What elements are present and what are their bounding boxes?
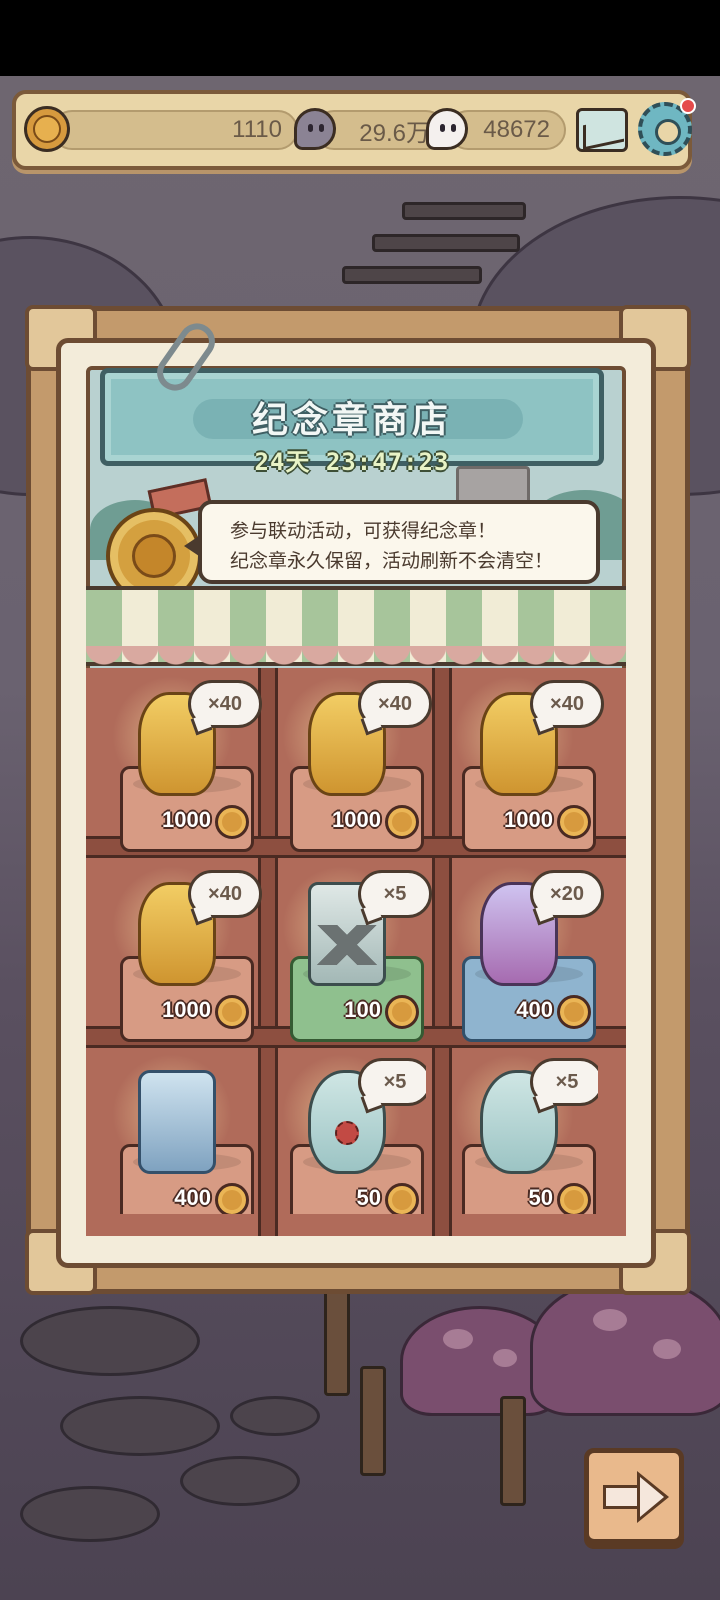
- medal-coin-icon: [557, 805, 591, 839]
- item-price: 1000: [162, 807, 211, 832]
- medal-coin-icon: [557, 995, 591, 1029]
- white-bubble-icon: [426, 108, 468, 150]
- item-price: 400: [516, 997, 553, 1022]
- gray-bubble-count: 29.6万: [359, 119, 430, 147]
- notification-dot: [680, 98, 696, 114]
- shop-countdown-timer: 24天 23:47:23: [254, 448, 450, 476]
- stepping-stone: [20, 1306, 200, 1376]
- item-quantity: ×40: [530, 680, 604, 728]
- fence-post: [500, 1396, 526, 1506]
- shop-item[interactable]: 1000 ×40: [262, 676, 432, 862]
- top-resource-bar: 1110 29.6万 48672: [12, 90, 696, 170]
- item-price: 50: [356, 1185, 381, 1210]
- coin-icon: [24, 106, 70, 152]
- mail-icon[interactable]: [576, 108, 628, 152]
- item-quantity: ×20: [530, 870, 604, 918]
- fence-post: [324, 1276, 350, 1396]
- medal-coin-icon: [215, 995, 249, 1029]
- medal-coin-icon: [385, 805, 419, 839]
- arrow-right-icon: [603, 1485, 641, 1509]
- shop-item[interactable]: 400 ×20: [434, 866, 604, 1052]
- shop-item[interactable]: 1000 ×40: [92, 866, 262, 1052]
- medal-coin-icon: [385, 1183, 419, 1214]
- shop-item[interactable]: 100 ×5: [262, 866, 432, 1052]
- medal-coin-icon: [215, 1183, 249, 1214]
- shop-item[interactable]: 1000 ×40: [434, 676, 604, 862]
- shop-item[interactable]: 50 ×5: [262, 1054, 426, 1214]
- item-quantity: ×40: [188, 870, 262, 918]
- shop-item[interactable]: 1000 ×40: [92, 676, 262, 862]
- coin-counter: 1110: [52, 110, 298, 150]
- stepping-stone: [180, 1456, 300, 1506]
- medal-coin-icon: [385, 995, 419, 1029]
- shop-tip-bubble: 参与联动活动，可获得纪念章！ 纪念章永久保留，活动刷新不会清空！: [184, 500, 600, 584]
- item-price: 1000: [332, 807, 381, 832]
- item-quantity: ×40: [188, 680, 262, 728]
- mushroom: [530, 1276, 720, 1416]
- status-bar: [0, 0, 720, 76]
- coin-count: 1110: [232, 116, 282, 143]
- shop-title: 纪念章商店: [251, 400, 452, 441]
- shop-item[interactable]: 50 ×5: [434, 1054, 598, 1214]
- stair-step: [372, 234, 520, 252]
- gray-bubble-icon: [294, 108, 336, 150]
- white-bubble-count: 48672: [483, 116, 550, 143]
- medal-coin-icon: [557, 1183, 591, 1214]
- medal-coin-icon: [215, 805, 249, 839]
- stepping-stone: [20, 1486, 160, 1542]
- next-button[interactable]: [584, 1448, 684, 1544]
- shop-item[interactable]: 400: [92, 1054, 256, 1214]
- item-quantity: ×5: [358, 870, 432, 918]
- blue-robot-shrine: [138, 1070, 216, 1174]
- item-quantity: ×5: [530, 1058, 598, 1106]
- item-quantity: ×40: [358, 680, 432, 728]
- item-price: 1000: [162, 997, 211, 1022]
- item-price: 1000: [504, 807, 553, 832]
- fence-post: [360, 1366, 386, 1476]
- stair-step: [402, 202, 526, 220]
- tip-line-2: 纪念章永久保留，活动刷新不会清空！: [230, 550, 554, 572]
- stepping-stone: [230, 1396, 320, 1436]
- tip-line-1: 参与联动活动，可获得纪念章！: [230, 520, 497, 542]
- item-quantity: ×5: [358, 1058, 426, 1106]
- stepping-stone: [60, 1396, 220, 1456]
- stair-step: [342, 266, 482, 284]
- awning-scallop: [86, 646, 626, 670]
- item-price: 400: [174, 1185, 211, 1210]
- item-price: 50: [528, 1185, 553, 1210]
- item-price: 100: [344, 997, 381, 1022]
